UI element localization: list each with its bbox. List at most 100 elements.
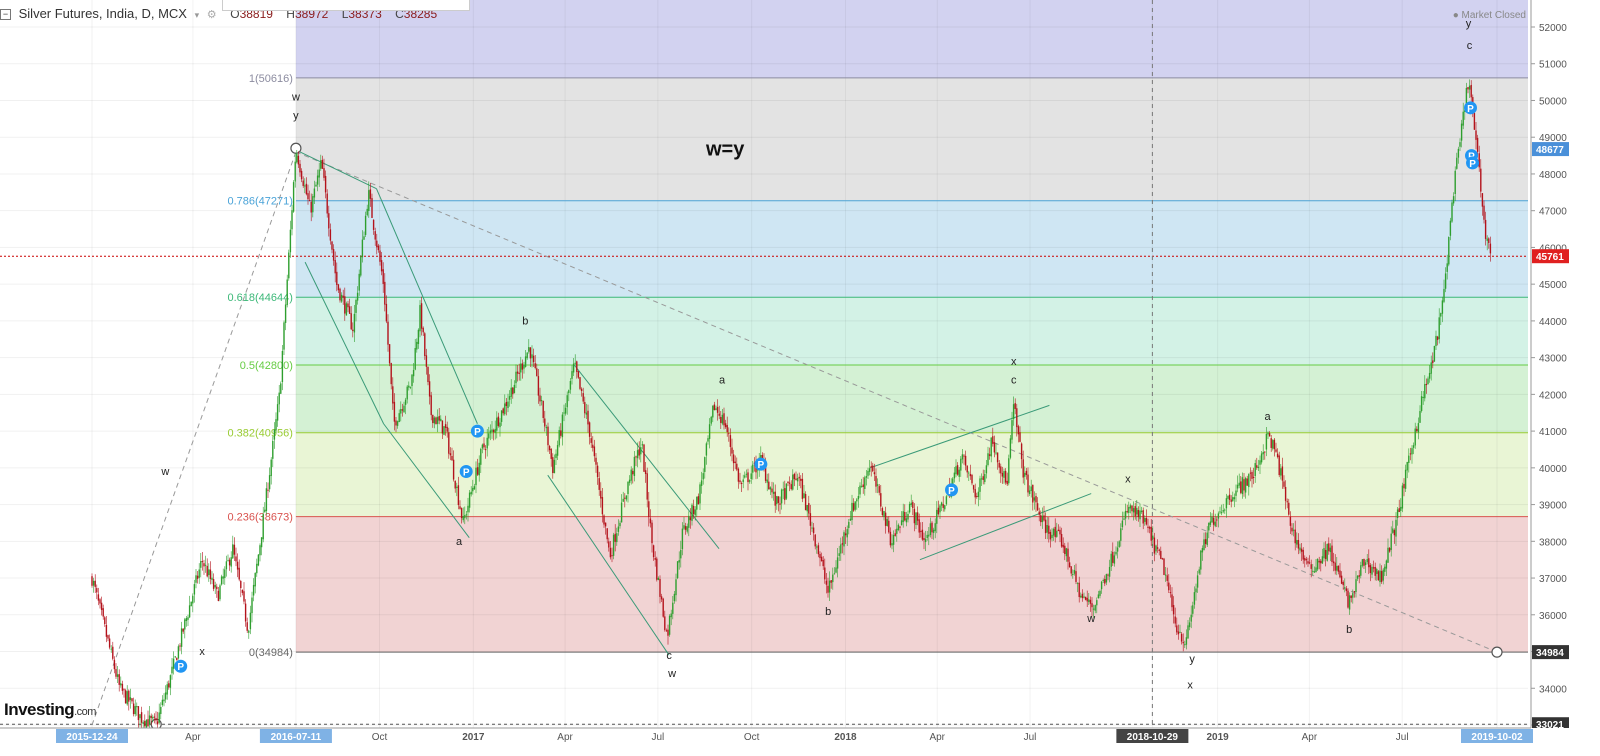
candle-body — [268, 475, 271, 490]
candle-body — [792, 474, 794, 490]
candle-body — [710, 416, 712, 424]
candle-body — [1136, 507, 1138, 515]
candle-body — [326, 193, 328, 214]
candle-body — [1041, 515, 1044, 523]
candle-body — [118, 674, 120, 685]
candle-body — [1348, 595, 1351, 610]
candle-body — [1000, 466, 1002, 474]
candle-body — [736, 463, 738, 470]
candle-body — [393, 401, 396, 422]
candle-body — [728, 433, 730, 435]
candle-body — [712, 405, 714, 418]
minus-square-icon[interactable]: − — [0, 9, 11, 20]
candle-body — [524, 356, 527, 367]
candle-body — [520, 363, 522, 373]
candle-body — [1347, 590, 1349, 608]
chevron-down-icon[interactable]: ▾ — [195, 10, 200, 20]
candle-body — [900, 520, 903, 526]
candle-body — [1164, 574, 1167, 576]
candle-body — [1329, 547, 1332, 553]
wave-label: y — [1189, 654, 1195, 666]
candle-body — [536, 368, 538, 377]
candle-body — [713, 404, 716, 411]
candle-body — [1403, 483, 1405, 489]
drawing-toolbar[interactable] — [222, 0, 470, 11]
candle-body — [377, 245, 380, 251]
candle-body — [790, 484, 792, 490]
candle-body — [1145, 517, 1148, 525]
candle-body — [1180, 633, 1183, 642]
candle-body — [700, 480, 703, 486]
candle-body — [492, 429, 495, 433]
candle-body — [219, 585, 221, 600]
candle-body — [828, 580, 831, 593]
time-tick-label: Apr — [1302, 732, 1318, 743]
candle-body — [366, 208, 368, 216]
candle-body — [982, 476, 984, 480]
candle-body — [1475, 130, 1477, 140]
candle-body — [1097, 594, 1100, 599]
price-chart[interactable]: 1(50616) 0.786(47271) 0.618(44644) 0.5(4280… — [0, 0, 1600, 756]
candle-body — [1291, 527, 1293, 532]
candle-body — [664, 616, 666, 630]
settings-icon[interactable]: ⚙ — [207, 9, 217, 21]
candle-body — [891, 543, 893, 546]
candle-body — [1214, 521, 1216, 527]
candle-body — [833, 573, 836, 575]
candle-body — [1478, 153, 1480, 168]
candle-body — [1408, 455, 1410, 463]
candle-body — [1222, 510, 1224, 512]
candle-body — [692, 505, 695, 515]
candle-body — [414, 348, 416, 370]
candle-body — [168, 683, 170, 688]
candle-body — [785, 483, 788, 499]
candle-body — [1420, 396, 1423, 412]
candle-body — [1350, 595, 1352, 598]
candle-body — [696, 496, 698, 510]
candle-body — [395, 420, 397, 426]
fib-band — [295, 200, 1529, 298]
investing-logo: Investing.com — [4, 700, 96, 719]
candle-body — [419, 305, 421, 332]
candle-body — [409, 386, 412, 388]
candle-body — [153, 716, 156, 718]
candle-body — [464, 515, 466, 519]
candle-body — [1436, 336, 1439, 340]
wave-label: c — [1467, 40, 1473, 52]
candle-body — [515, 371, 517, 384]
candle-body — [984, 473, 986, 483]
annotation-text: w=y — [705, 139, 745, 161]
candle-body — [424, 333, 426, 357]
candle-body — [1150, 526, 1152, 541]
candle-body — [100, 602, 103, 610]
candle-body — [176, 658, 178, 661]
candle-body — [1360, 565, 1362, 576]
candle-body — [888, 520, 890, 533]
candle-body — [1192, 605, 1194, 614]
candle-body — [1259, 460, 1261, 465]
candle-body — [208, 569, 210, 576]
candle-body — [825, 580, 828, 585]
candle-body — [745, 473, 748, 475]
candle-body — [1062, 544, 1064, 548]
candle-body — [1480, 168, 1482, 192]
candle-body — [222, 576, 224, 579]
candle-body — [620, 502, 623, 523]
candle-body — [113, 659, 116, 670]
candle-body — [152, 716, 154, 719]
candle-body — [1328, 543, 1330, 552]
candle-body — [1404, 469, 1407, 489]
candle-body — [1208, 522, 1210, 531]
symbol-title[interactable]: Silver Futures, India, D, MCX — [19, 6, 187, 21]
candle-body — [531, 354, 533, 359]
candle-body — [1083, 596, 1085, 598]
candle-body — [872, 465, 874, 472]
candle-body — [417, 329, 420, 344]
candle-body — [707, 438, 709, 442]
candle-body — [630, 469, 632, 481]
candle-body — [1368, 558, 1370, 568]
wave-label: w — [160, 466, 169, 478]
candle-body — [1132, 508, 1135, 513]
candle-body — [1032, 484, 1034, 503]
candle-body — [806, 504, 808, 512]
